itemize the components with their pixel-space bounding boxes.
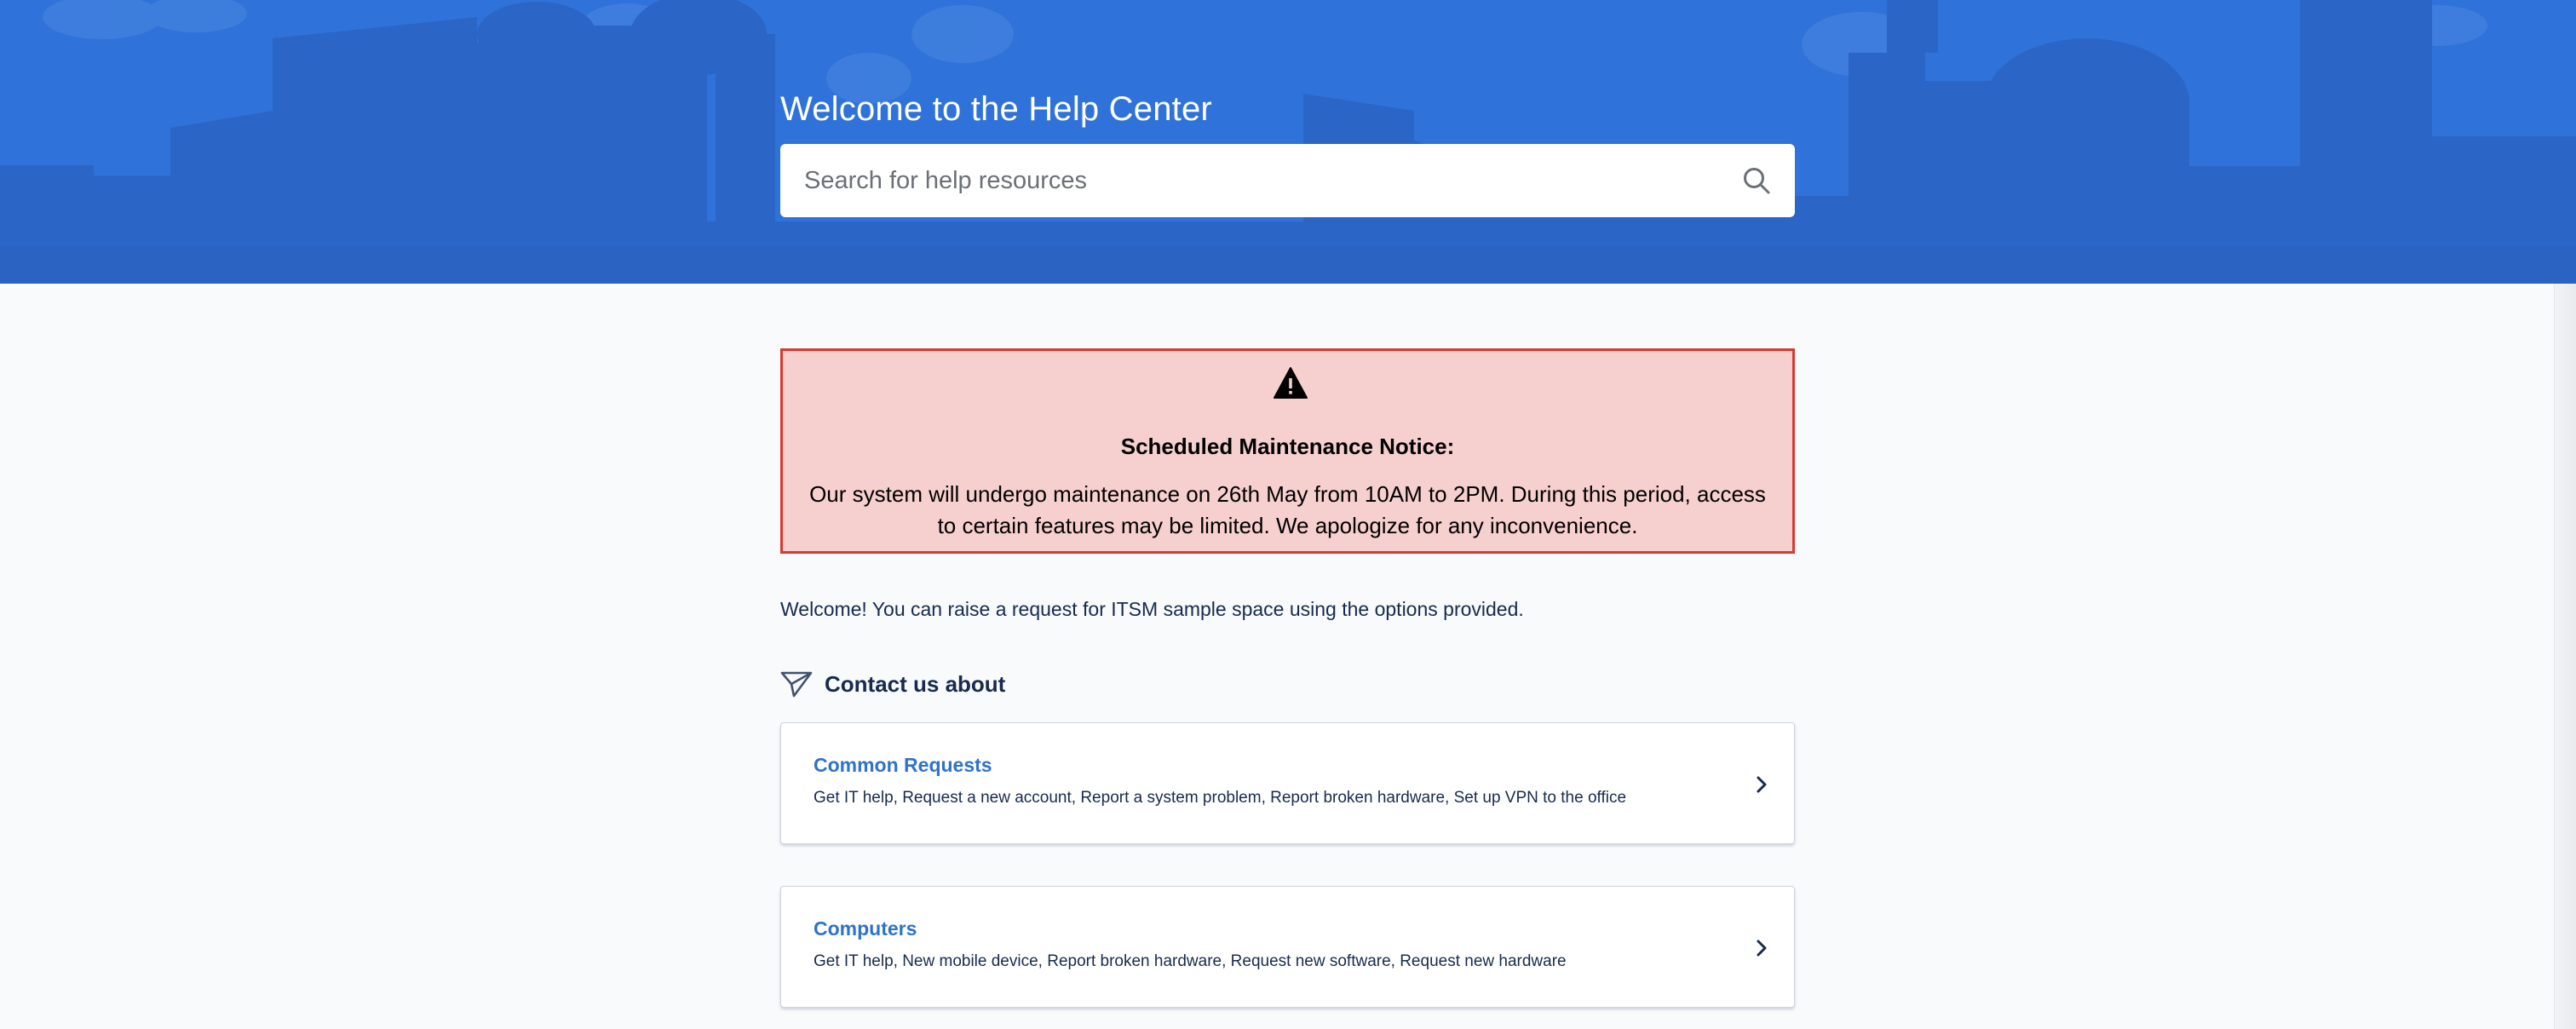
- page-title: Welcome to the Help Center: [780, 90, 1212, 128]
- send-icon: [780, 671, 813, 698]
- hero-banner: Welcome to the Help Center: [0, 0, 2576, 284]
- card-description: Get IT help, Request a new account, Repo…: [814, 789, 1627, 807]
- search-bar[interactable]: [780, 144, 1795, 217]
- card-title[interactable]: Computers: [814, 917, 917, 940]
- search-input[interactable]: [804, 166, 1728, 195]
- contact-section-header: Contact us about: [780, 670, 1005, 698]
- request-group-card-common-requests[interactable]: Common Requests Get IT help, Request a n…: [780, 722, 1795, 844]
- skyline-illustration: [0, 0, 2576, 284]
- request-group-card-computers[interactable]: Computers Get IT help, New mobile device…: [780, 886, 1795, 1008]
- chevron-right-icon[interactable]: [1750, 934, 1774, 962]
- search-icon[interactable]: [1742, 166, 1771, 195]
- warning-icon: [1274, 367, 1308, 399]
- card-title[interactable]: Common Requests: [814, 754, 992, 777]
- card-description: Get IT help, New mobile device, Report b…: [814, 952, 1567, 970]
- welcome-text: Welcome! You can raise a request for ITS…: [780, 598, 1524, 620]
- notice-body: Our system will undergo maintenance on 2…: [809, 481, 1766, 538]
- page-scrollbar[interactable]: [2554, 284, 2576, 1029]
- maintenance-notice: Scheduled Maintenance Notice: Our system…: [780, 348, 1795, 554]
- notice-title: Scheduled Maintenance Notice:: [1120, 434, 1455, 459]
- contact-title: Contact us about: [825, 670, 1006, 697]
- chevron-right-icon[interactable]: [1750, 771, 1774, 798]
